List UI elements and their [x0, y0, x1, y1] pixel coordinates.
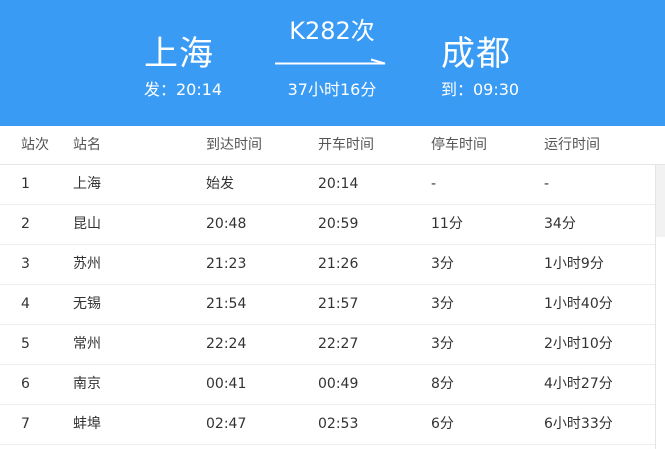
table-row[interactable]: 6 南京 00:41 00:49 8分 4小时27分	[0, 365, 655, 405]
cell-arrival: 02:47	[206, 416, 247, 432]
cell-seq: 4	[21, 296, 30, 312]
cell-arrival: 00:41	[206, 376, 247, 392]
cell-station: 南京	[73, 376, 101, 392]
cell-stop-duration: 3分	[431, 256, 454, 272]
column-header-seq[interactable]: 站次	[21, 126, 49, 164]
travel-duration: 37小时16分	[287, 80, 377, 99]
cell-arrival: 22:24	[206, 336, 247, 352]
table-row[interactable]: 7 蚌埠 02:47 02:53 6分 6小时33分	[0, 405, 655, 445]
cell-seq: 5	[21, 336, 30, 352]
cell-arrival: 21:23	[206, 256, 247, 272]
column-header-arrival[interactable]: 到达时间	[206, 126, 262, 164]
cell-station: 蚌埠	[73, 416, 101, 432]
cell-seq: 2	[21, 216, 30, 232]
table-row[interactable]: 5 常州 22:24 22:27 3分 2小时10分	[0, 325, 655, 365]
table-row[interactable]: 2 昆山 20:48 20:59 11分 34分	[0, 205, 655, 245]
cell-station: 无锡	[73, 296, 101, 312]
timetable-header-row: 站次 站名 到达时间 开车时间 停车时间 运行时间	[0, 126, 665, 165]
cell-stop-duration: 11分	[431, 216, 463, 232]
cell-travel-time: 4小时27分	[544, 376, 613, 392]
table-row[interactable]: 4 无锡 21:54 21:57 3分 1小时40分	[0, 285, 655, 325]
cell-departure: 20:14	[318, 176, 359, 192]
cell-travel-time: 34分	[544, 216, 576, 232]
cell-stop-duration: 6分	[431, 416, 454, 432]
cell-departure: 00:49	[318, 376, 359, 392]
cell-seq: 7	[21, 416, 30, 432]
cell-stop-duration: 3分	[431, 336, 454, 352]
cell-departure: 20:59	[318, 216, 359, 232]
cell-stop-duration: -	[431, 176, 437, 192]
vertical-scrollbar[interactable]	[656, 165, 665, 237]
cell-seq: 3	[21, 256, 30, 272]
cell-travel-time: 1小时9分	[544, 256, 604, 272]
arrival-time: 到：09:30	[441, 80, 520, 99]
column-header-departure[interactable]: 开车时间	[318, 126, 374, 164]
cell-station: 昆山	[73, 216, 101, 232]
timetable-body: 1 上海 始发 20:14 - - 2 昆山 20:48 20:59 11分 3…	[0, 165, 656, 449]
train-header: 上海 发：20:14 K282次 37小时16分 成都 到：09:30	[0, 0, 665, 126]
cell-arrival: 20:48	[206, 216, 247, 232]
table-row[interactable]: 3 苏州 21:23 21:26 3分 1小时9分	[0, 245, 655, 285]
cell-arrival: 始发	[206, 176, 234, 192]
cell-stop-duration: 3分	[431, 296, 454, 312]
cell-station: 常州	[73, 336, 101, 352]
cell-station: 上海	[73, 176, 101, 192]
cell-travel-time: 6小时33分	[544, 416, 613, 432]
cell-travel-time: 1小时40分	[544, 296, 613, 312]
cell-stop-duration: 8分	[431, 376, 454, 392]
origin-station-name: 上海	[144, 34, 214, 74]
cell-arrival: 21:54	[206, 296, 247, 312]
cell-departure: 21:57	[318, 296, 359, 312]
cell-travel-time: 2小时10分	[544, 336, 613, 352]
column-header-stop-duration[interactable]: 停车时间	[431, 126, 487, 164]
cell-departure: 22:27	[318, 336, 359, 352]
cell-departure: 02:53	[318, 416, 359, 432]
cell-travel-time: -	[544, 176, 550, 192]
train-number: K282次	[289, 17, 375, 45]
cell-station: 苏州	[73, 256, 101, 272]
destination-station-name: 成都	[441, 34, 511, 74]
column-header-travel-time[interactable]: 运行时间	[544, 126, 600, 164]
column-header-station[interactable]: 站名	[73, 126, 101, 164]
cell-seq: 1	[21, 176, 30, 192]
cell-seq: 6	[21, 376, 30, 392]
cell-departure: 21:26	[318, 256, 359, 272]
departure-time: 发：20:14	[144, 80, 223, 99]
route-arrow-icon	[275, 58, 386, 65]
table-row[interactable]: 1 上海 始发 20:14 - -	[0, 165, 655, 205]
